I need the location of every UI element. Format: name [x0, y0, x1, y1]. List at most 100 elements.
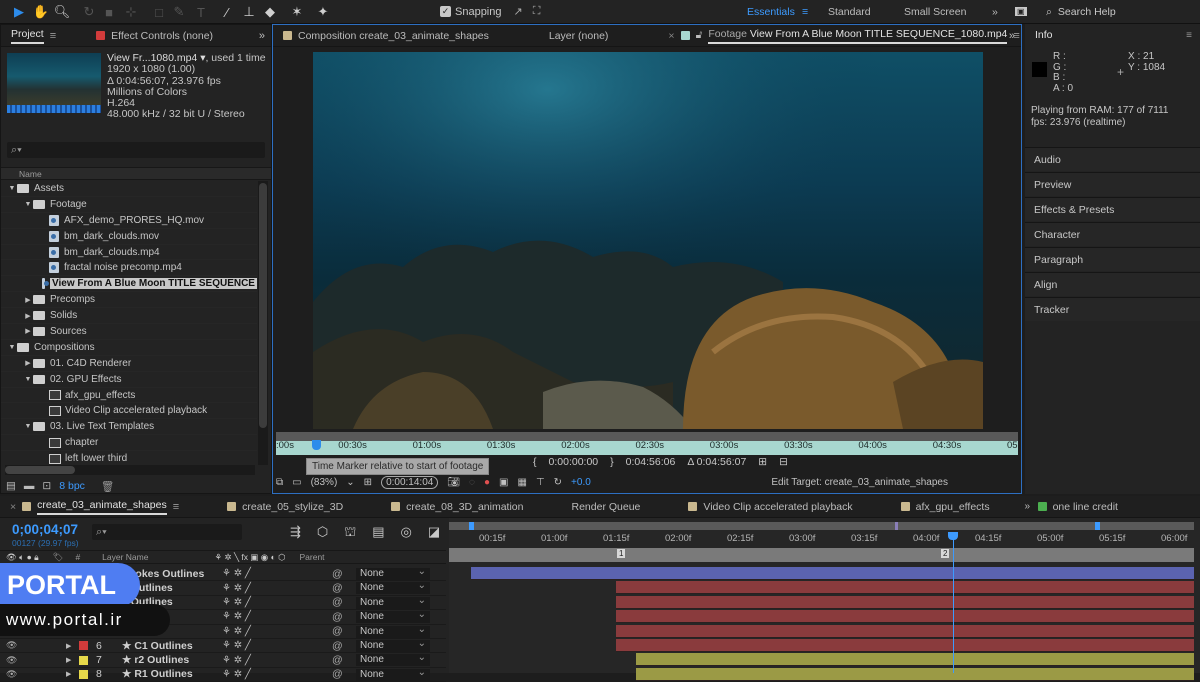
trash-icon[interactable]: 🗑︎: [101, 480, 114, 493]
project-item-file[interactable]: View From A Blue Moon TITLE SEQUENCE: [1, 276, 257, 293]
graph-editor-icon[interactable]: ◪: [428, 524, 440, 542]
snapshot-icon[interactable]: 📷︎: [447, 477, 460, 488]
timeline-tab[interactable]: Video Clip accelerated playback: [678, 496, 862, 518]
timeline-tab[interactable]: afx_gpu_effects: [891, 496, 1000, 518]
zoom-tool-icon[interactable]: 🔍︎: [53, 3, 71, 21]
choose-grid-icon[interactable]: ⊞: [364, 477, 372, 488]
visibility-eye-icon[interactable]: 👁︎: [6, 640, 66, 651]
num-column[interactable]: #: [75, 552, 80, 562]
layer-switches[interactable]: ⚘ ✲ ╱: [222, 583, 332, 594]
timeline-time-ruler[interactable]: 00:15f 01:00f 01:15f 02:00f 02:15f 03:00f 03:1…: [449, 530, 1194, 548]
timeline-tab[interactable]: one line credit: [1028, 496, 1128, 518]
project-item-file[interactable]: fractal noise precomp.mp4: [1, 260, 257, 277]
type-tool-icon[interactable]: T: [192, 3, 210, 21]
pick-whip-icon[interactable]: @: [332, 596, 346, 608]
layer-name[interactable]: ★ r2 Outlines: [122, 654, 222, 666]
shy-layers-icon[interactable]: ⛫: [344, 524, 356, 542]
magnification-chevron-icon[interactable]: ⌄: [346, 477, 354, 488]
layer-name[interactable]: ★ C1 Outlines: [122, 640, 222, 652]
layer-duration-bar[interactable]: [615, 581, 1194, 595]
timeline-current-time[interactable]: 0;00;04;07: [12, 522, 78, 537]
show-snapshot-icon[interactable]: ◌: [469, 477, 475, 488]
layer-duration-bar[interactable]: [615, 639, 1194, 652]
timeline-tab[interactable]: Render Queue: [562, 496, 651, 518]
visibility-eye-icon[interactable]: 👁︎: [6, 669, 66, 680]
disclosure-expanded-icon[interactable]: ▼: [23, 423, 33, 430]
layer-expand-icon[interactable]: ▶: [66, 656, 76, 664]
pick-whip-icon[interactable]: @: [332, 582, 346, 594]
project-search-input[interactable]: ⌕▾: [7, 142, 265, 158]
snap-features-icon[interactable]: ⛶: [533, 5, 541, 18]
project-item-folder[interactable]: ▶ Precomps: [1, 292, 257, 309]
workspace-overflow-button[interactable]: »: [992, 6, 998, 18]
bpc-button[interactable]: 8 bpc: [59, 480, 85, 492]
parent-dropdown[interactable]: None ⌄: [356, 667, 430, 681]
workspace-menu-icon[interactable]: ≡: [802, 6, 808, 18]
in-point-icon[interactable]: {: [533, 456, 537, 468]
interpret-footage-icon[interactable]: ▤: [6, 480, 16, 492]
navigator-start-handle[interactable]: [469, 522, 474, 530]
project-vscroll-thumb[interactable]: [259, 183, 267, 428]
parent-dropdown[interactable]: None ⌄: [356, 580, 430, 595]
current-time-field[interactable]: 0:00:14:04: [381, 475, 439, 489]
comp-marker-1[interactable]: 1: [617, 549, 626, 558]
workspace-standard[interactable]: Standard: [828, 6, 871, 18]
disclosure-expanded-icon[interactable]: ▼: [7, 344, 17, 351]
tab-info[interactable]: Info: [1025, 24, 1063, 46]
tab-project[interactable]: Project ≡: [1, 25, 66, 47]
magnification-dropdown[interactable]: (83%): [311, 477, 338, 488]
project-item-file[interactable]: bm_dark_clouds.mov: [1, 229, 257, 245]
layer-switches[interactable]: ⚘ ✲ ╱: [222, 669, 332, 680]
workspace-essentials[interactable]: Essentials: [747, 6, 795, 18]
layer-expand-icon[interactable]: ▶: [66, 642, 76, 650]
project-item-folder[interactable]: ▼ Compositions: [1, 340, 257, 356]
layer-switches[interactable]: ⚘ ✲ ╱: [222, 626, 332, 637]
brush-tool-icon[interactable]: ⁄: [218, 3, 236, 21]
footage-time-ruler[interactable]: :00s 00:30s 01:00s 01:30s 02:00s 02:30s 03:00s…: [276, 430, 1018, 455]
pick-whip-icon[interactable]: @: [332, 640, 346, 652]
project-item-comp[interactable]: chapter: [1, 435, 257, 452]
panel-paragraph[interactable]: Paragraph: [1025, 247, 1200, 271]
in-point-value[interactable]: 0:00:00:00: [549, 456, 599, 468]
timeline-cti-line[interactable]: [953, 532, 954, 673]
tab-composition[interactable]: Composition create_03_animate_shapes: [273, 25, 499, 47]
panel-menu-icon[interactable]: ≡: [50, 30, 56, 42]
pick-whip-icon[interactable]: @: [332, 611, 346, 623]
comp-flowchart-icon[interactable]: ⇶: [290, 524, 301, 542]
project-item-file[interactable]: bm_dark_clouds.mp4: [1, 245, 257, 261]
footage-frame[interactable]: [313, 52, 983, 429]
viewer-overflow-button[interactable]: »: [1009, 30, 1015, 42]
navigator-end-handle[interactable]: [1095, 522, 1100, 530]
project-hscroll-thumb[interactable]: [5, 466, 75, 474]
project-item-folder[interactable]: ▶ Sources: [1, 324, 257, 340]
lock-icon[interactable]: 🔓︎: [696, 29, 703, 42]
layer-duration-bar[interactable]: [615, 595, 1194, 609]
info-menu-icon[interactable]: ≡: [1186, 30, 1192, 41]
transparency-grid-icon[interactable]: ▦: [517, 477, 526, 488]
project-item-folder[interactable]: ▼ 03. Live Text Templates: [1, 419, 257, 436]
hand-tool-icon[interactable]: ✋: [32, 3, 50, 21]
disclosure-expanded-icon[interactable]: ▼: [7, 185, 17, 192]
rectangle-tool-icon[interactable]: □: [150, 3, 168, 21]
project-item-comp[interactable]: Video Clip accelerated playback: [1, 403, 257, 420]
visibility-eye-icon[interactable]: 👁︎: [6, 655, 66, 666]
layer-label-color[interactable]: [79, 641, 88, 651]
tab-footage[interactable]: × 🔓︎ Footage View From A Blue Moon TITLE…: [658, 25, 1029, 47]
layer-name-column[interactable]: Layer Name: [102, 552, 148, 562]
eraser-tool-icon[interactable]: ◆: [261, 3, 279, 21]
timeline-tab[interactable]: create_08_3D_animation: [381, 496, 533, 518]
project-item-comp[interactable]: afx_gpu_effects: [1, 388, 257, 404]
layer-duration-bar[interactable]: [471, 567, 1194, 580]
panel-preview[interactable]: Preview: [1025, 172, 1200, 196]
channel-icon[interactable]: ●: [484, 477, 490, 488]
comp-marker-2[interactable]: 2: [941, 549, 950, 558]
clone-stamp-tool-icon[interactable]: ⊥: [240, 3, 258, 21]
disclosure-collapsed-icon[interactable]: ▶: [23, 359, 33, 367]
search-help-field[interactable]: ⌕ Search Help: [1040, 3, 1195, 21]
layer-switches[interactable]: ⚘ ✲ ╱: [222, 597, 332, 608]
timeline-search-input[interactable]: ⌕▾: [92, 524, 242, 540]
pick-whip-icon[interactable]: @: [332, 625, 346, 637]
ripple-insert-edit-icon[interactable]: ⊞: [758, 456, 767, 468]
close-tab-icon[interactable]: ×: [10, 501, 16, 513]
panel-audio[interactable]: Audio: [1025, 147, 1200, 171]
